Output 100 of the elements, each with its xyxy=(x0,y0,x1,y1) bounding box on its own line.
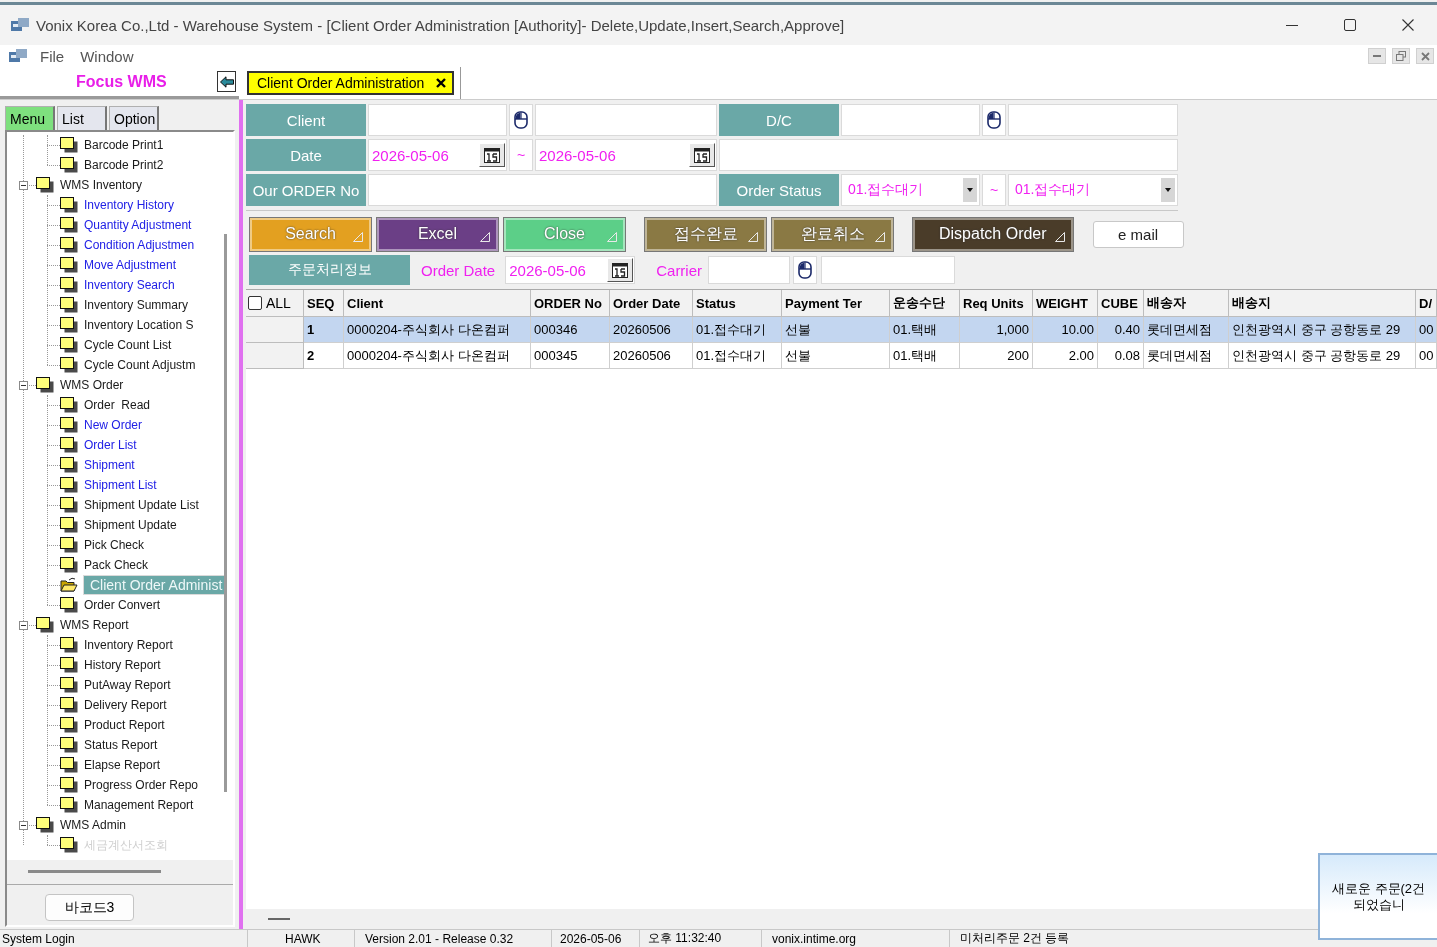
table-row[interactable]: 1 0000204-주식회사 다온컴퍼 000346 20260506 01.접수대기 선불 01.택배 1,000 10.00 0.40 롯데면세점 인천광역시 중구 공항동로 29 00 xyxy=(246,317,1437,343)
stacked-squares-icon xyxy=(60,357,78,373)
tree-item[interactable]: Delivery Report xyxy=(83,697,168,713)
menu-item[interactable]: File xyxy=(37,47,68,65)
tree-item[interactable]: Shipment xyxy=(83,457,136,473)
tree-item[interactable]: WMS Order xyxy=(59,377,125,393)
tree-item[interactable]: Product Report xyxy=(83,717,166,733)
table-cell: 00 xyxy=(1416,343,1437,369)
mouse-icon xyxy=(514,111,528,129)
tree-item[interactable]: Inventory Search xyxy=(83,277,176,293)
input-field[interactable] xyxy=(708,256,791,284)
checkbox[interactable] xyxy=(248,296,262,310)
arrow-left-icon xyxy=(219,75,234,88)
close-icon[interactable] xyxy=(436,78,447,88)
table-cell: 2.00 xyxy=(1033,343,1098,369)
action-button[interactable]: Dispatch Order xyxy=(913,217,1073,251)
tree-item[interactable]: Order Read xyxy=(83,397,152,413)
stacked-squares-icon xyxy=(60,337,78,353)
minimize-icon xyxy=(1373,55,1381,57)
tree-item[interactable]: Elapse Report xyxy=(83,757,162,773)
tree-item[interactable]: Move Adjustment xyxy=(83,257,178,273)
tree-item[interactable]: Order Convert xyxy=(83,597,162,613)
minus-box-icon[interactable] xyxy=(18,620,28,630)
status-text: 2026-05-06 xyxy=(552,930,640,947)
tree-item[interactable]: WMS Inventory xyxy=(59,177,144,193)
restore-button[interactable] xyxy=(1392,48,1410,64)
tree-item[interactable]: Inventory Summary xyxy=(83,297,190,313)
minus-box-icon[interactable] xyxy=(18,180,28,190)
table-cell: 2 xyxy=(304,343,344,369)
field-label: Our ORDER No xyxy=(246,174,366,206)
tree-item[interactable]: Shipment Update xyxy=(83,517,178,533)
tree-item[interactable]: Management Report xyxy=(83,797,195,813)
tree-item[interactable]: Inventory Location S xyxy=(83,317,195,333)
action-button[interactable]: e mail xyxy=(1092,220,1184,248)
tree-item[interactable]: Inventory History xyxy=(83,197,176,213)
status-text: System Login xyxy=(0,930,248,947)
tree-item[interactable]: Cycle Count Adjustm xyxy=(83,357,197,373)
tree-item[interactable]: Quantity Adjustment xyxy=(83,217,193,233)
tree-item[interactable]: History Report xyxy=(83,657,162,673)
back-button[interactable] xyxy=(217,71,236,92)
input-field[interactable] xyxy=(821,256,956,284)
stacked-squares-icon xyxy=(60,457,78,473)
stacked-squares-icon xyxy=(60,657,78,673)
tree-item[interactable]: Shipment List xyxy=(83,477,158,493)
table-cell: 0000204-주식회사 다온컴퍼 xyxy=(344,343,531,369)
scrollbar-thumb[interactable] xyxy=(268,918,290,920)
tree-item[interactable]: New Order xyxy=(83,417,143,433)
action-button[interactable]: 접수완료 xyxy=(645,217,766,251)
checkbox-label: ALL xyxy=(266,295,291,311)
minus-box-icon[interactable] xyxy=(18,380,28,390)
stacked-squares-icon xyxy=(60,397,78,413)
sidebar-tab[interactable]: Menu xyxy=(5,106,55,130)
input-field[interactable] xyxy=(535,104,717,136)
tree-item[interactable]: Shipment Update List xyxy=(83,497,200,513)
lookup-button[interactable] xyxy=(509,104,533,136)
barcode-button[interactable]: 바코드3 xyxy=(45,894,134,921)
input-field[interactable] xyxy=(368,104,507,136)
input-field[interactable] xyxy=(368,174,717,206)
menu-item[interactable]: Window xyxy=(77,47,137,65)
sidebar-tab[interactable]: Option xyxy=(109,106,159,130)
tree-item[interactable]: WMS Report xyxy=(59,617,130,633)
table-row[interactable]: 2 0000204-주식회사 다온컴퍼 000345 20260506 01.접수대기 선불 01.택배 200 2.00 0.08 롯데면세점 인천광역시 중구 공항동로 29 00 xyxy=(246,343,1437,369)
input-field[interactable] xyxy=(841,104,980,136)
tree-item[interactable]: PutAway Report xyxy=(83,677,172,693)
minus-box-icon[interactable] xyxy=(18,820,28,830)
stacked-squares-icon xyxy=(60,697,78,713)
document-tab[interactable]: Client Order Administration xyxy=(247,71,455,95)
status-text: HAWK xyxy=(248,930,355,947)
tree-item[interactable]: Inventory Report xyxy=(83,637,174,653)
lookup-button[interactable] xyxy=(793,256,818,284)
table-cell: 01.접수대기 xyxy=(693,343,782,369)
brand-title: Focus WMS xyxy=(76,72,167,91)
stacked-squares-icon xyxy=(60,797,78,813)
tree-item[interactable]: Pick Check xyxy=(83,537,146,553)
stacked-squares-icon xyxy=(60,257,78,273)
sidebar-tab[interactable]: List xyxy=(57,106,107,130)
maximize-icon xyxy=(1344,19,1356,31)
tree-item[interactable]: Pack Check xyxy=(83,557,150,573)
tree-item[interactable]: Condition Adjustmen xyxy=(83,237,196,253)
scrollbar-thumb[interactable] xyxy=(224,234,227,792)
stacked-squares-icon xyxy=(60,197,78,213)
range-separator: ~ xyxy=(509,139,533,171)
tree-item[interactable]: Cycle Count List xyxy=(83,337,173,353)
close-icon xyxy=(1402,19,1414,31)
range-separator: ~ xyxy=(982,174,1006,206)
tree-item[interactable]: Barcode Print2 xyxy=(83,157,165,173)
input-field[interactable] xyxy=(1008,104,1178,136)
tree-item[interactable]: Barcode Print1 xyxy=(83,137,165,153)
lookup-button[interactable] xyxy=(982,104,1006,136)
action-button[interactable]: Excel xyxy=(377,217,498,251)
action-button[interactable]: 완료취소 xyxy=(772,217,893,251)
tree-item[interactable]: Status Report xyxy=(83,737,159,753)
scrollbar-thumb[interactable] xyxy=(28,870,161,873)
tree-item[interactable]: Progress Order Repo xyxy=(83,777,200,793)
tree-item[interactable]: Order List xyxy=(83,437,138,453)
tree-item[interactable]: WMS Admin xyxy=(59,817,127,833)
minimize-button[interactable] xyxy=(1368,48,1386,64)
triangle-icon xyxy=(1054,231,1065,242)
stacked-squares-icon xyxy=(60,717,78,733)
close-button[interactable] xyxy=(1416,48,1434,64)
